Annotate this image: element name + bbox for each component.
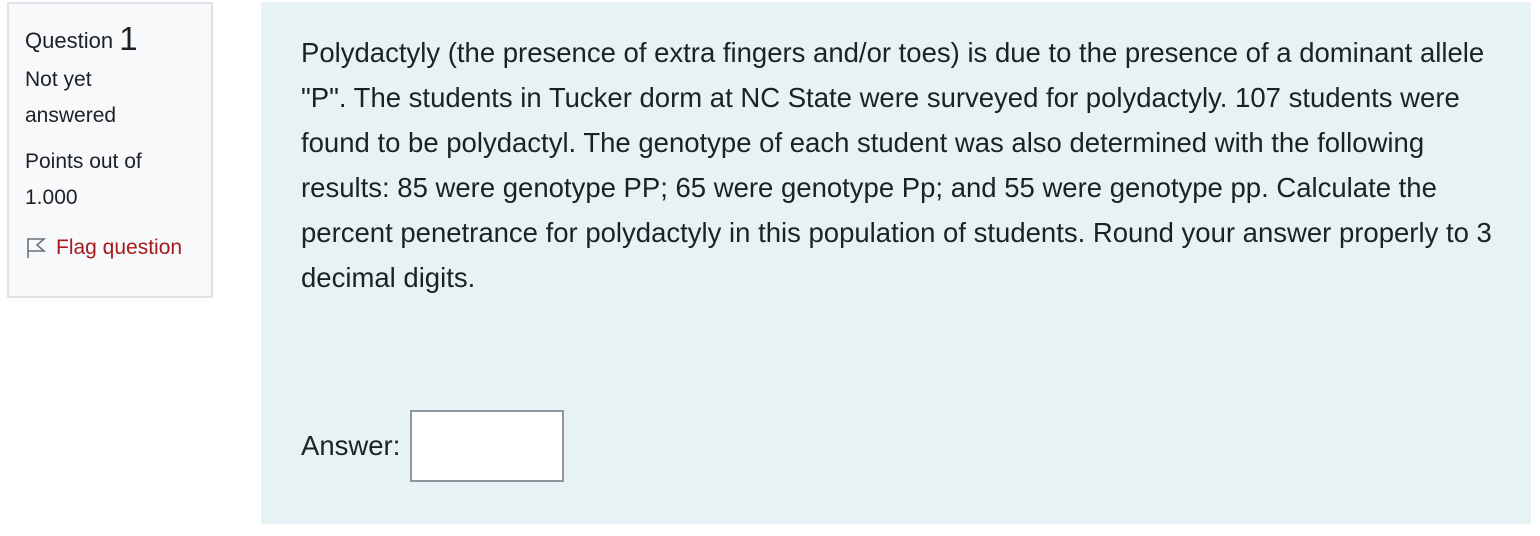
question-label: Question — [25, 28, 114, 53]
question-state: Not yet answered — [25, 68, 117, 127]
question-number-heading: Question 1 — [25, 22, 211, 58]
quiz-page: Question 1 Not yet answered Points out o… — [0, 0, 1540, 536]
question-number: 1 — [119, 20, 138, 57]
question-grade: Points out of 1.000 — [25, 150, 142, 209]
answer-row: Answer: — [301, 410, 565, 482]
flag-question-label: Flag question — [56, 236, 183, 259]
answer-input[interactable] — [410, 410, 565, 482]
flag-icon — [27, 238, 47, 258]
question-content: Polydactyly (the presence of extra finge… — [261, 2, 1531, 524]
flag-question-link[interactable]: Flag question — [25, 230, 211, 266]
answer-label: Answer: — [301, 430, 401, 461]
question-info-panel: Question 1 Not yet answered Points out o… — [7, 2, 213, 298]
question-text: Polydactyly (the presence of extra finge… — [301, 37, 1492, 293]
